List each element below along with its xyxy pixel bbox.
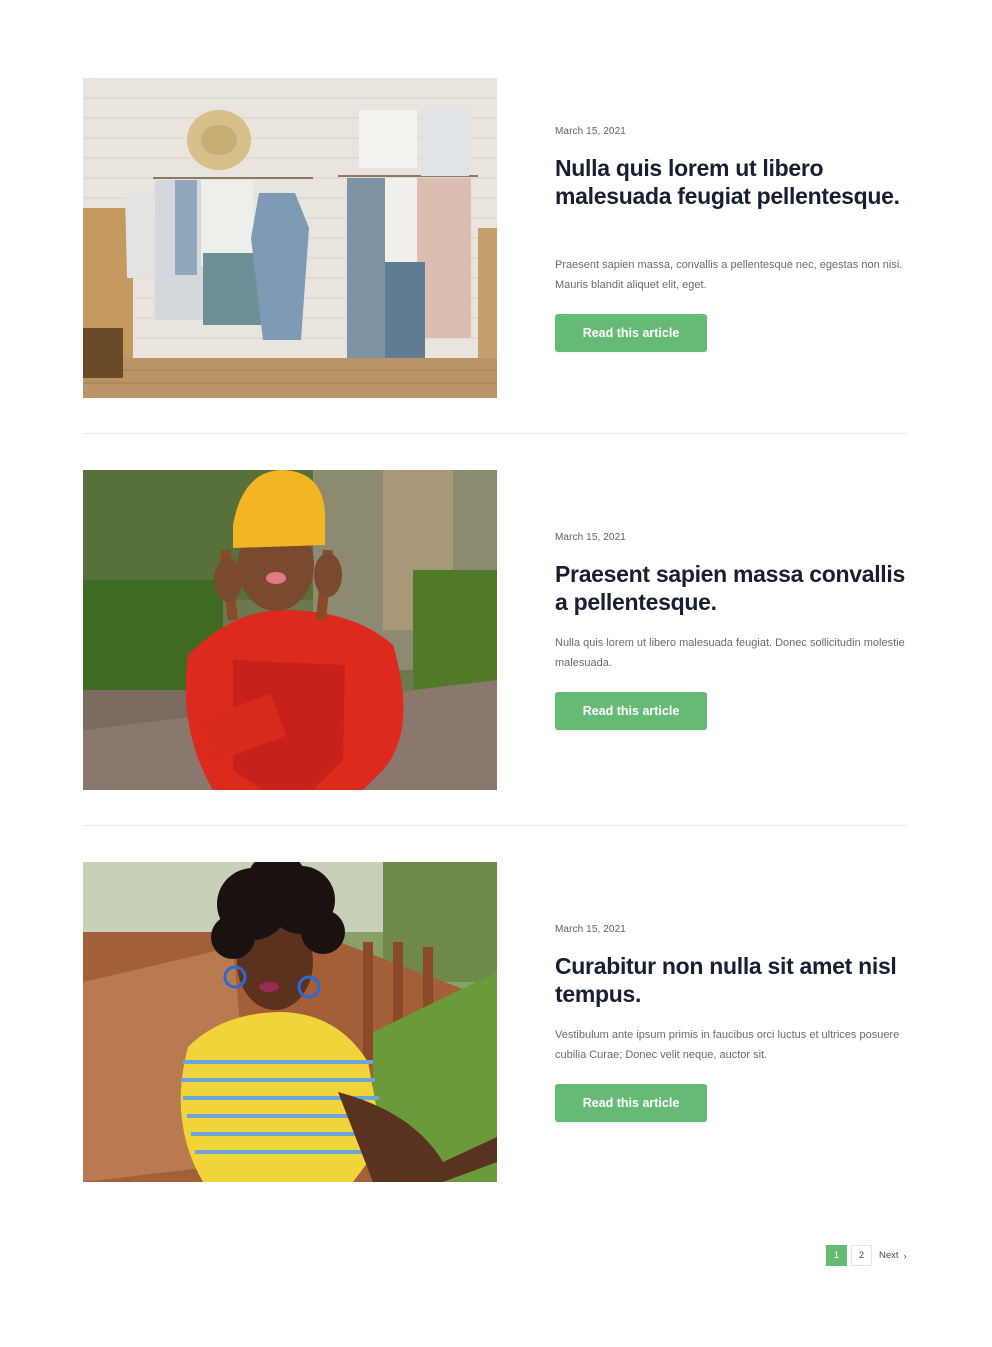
post-image-woman-yellow-shirt [83, 862, 497, 1182]
post-body: March 15, 2021 Nulla quis lorem ut liber… [555, 78, 910, 398]
chevron-right-icon: › [903, 1250, 907, 1261]
post-divider [83, 433, 908, 434]
next-page-label: Next [879, 1250, 899, 1261]
page-2-button[interactable]: 2 [851, 1245, 872, 1266]
post-thumbnail-link[interactable] [83, 862, 497, 1182]
read-article-button[interactable]: Read this article [555, 314, 707, 352]
post-title[interactable]: Curabitur non nulla sit amet nisl tempus… [555, 953, 915, 1008]
blog-post-card: March 15, 2021 Nulla quis lorem ut liber… [83, 78, 908, 398]
post-thumbnail-link[interactable] [83, 470, 497, 790]
page-1-button[interactable]: 1 [826, 1245, 847, 1266]
post-body: March 15, 2021 Praesent sapien massa con… [555, 470, 910, 790]
read-article-button[interactable]: Read this article [555, 692, 707, 730]
post-date: March 15, 2021 [555, 126, 626, 137]
post-title[interactable]: Nulla quis lorem ut libero malesuada feu… [555, 155, 915, 210]
post-excerpt: Nulla quis lorem ut libero malesuada feu… [555, 637, 905, 669]
post-thumbnail-link[interactable] [83, 78, 497, 398]
post-title[interactable]: Praesent sapien massa convallis a pellen… [555, 561, 915, 616]
post-excerpt: Vestibulum ante ipsum primis in faucibus… [555, 1029, 900, 1061]
next-page-link[interactable]: Next › [879, 1250, 907, 1261]
blog-post-list: March 15, 2021 Nulla quis lorem ut liber… [0, 0, 992, 1347]
post-image-woman-red-sweater [83, 470, 497, 790]
blog-post-card: March 15, 2021 Praesent sapien massa con… [83, 470, 908, 790]
post-date: March 15, 2021 [555, 924, 626, 935]
blog-post-card: March 15, 2021 Curabitur non nulla sit a… [83, 862, 908, 1182]
post-body: March 15, 2021 Curabitur non nulla sit a… [555, 862, 910, 1182]
post-date: March 15, 2021 [555, 532, 626, 543]
read-article-button[interactable]: Read this article [555, 1084, 707, 1122]
pagination: 1 2 Next › [826, 1245, 907, 1266]
post-divider [83, 825, 908, 826]
post-excerpt: Praesent sapien massa, convallis a pelle… [555, 259, 903, 291]
post-image-textile-shop [83, 78, 497, 398]
